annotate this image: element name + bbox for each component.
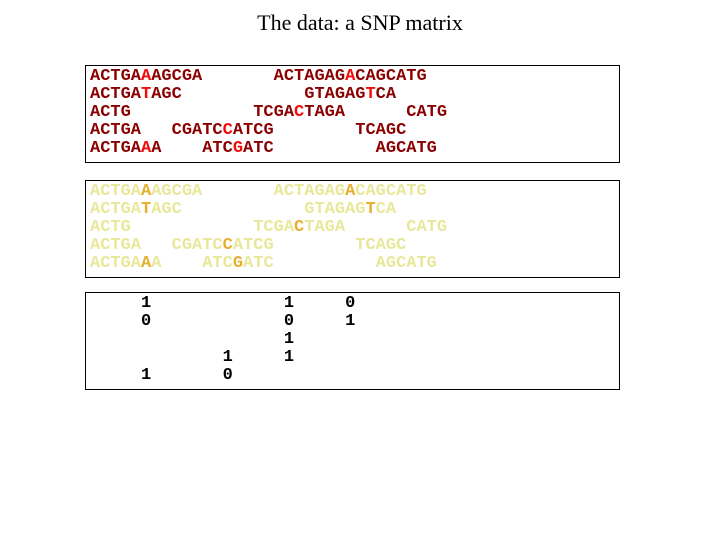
panel-sequences-faded: ACTGAAAGCGA ACTAGAGACAGCATG ACTGATAGC GT…: [85, 180, 620, 278]
seq-row: ACTGAAAGCGA ACTAGAGACAGCATG: [90, 68, 615, 86]
seq-row: ACTGA CGATCCATCG TCAGC: [90, 122, 615, 140]
page-title: The data: a SNP matrix: [0, 0, 720, 36]
seq-mid: AGCGA: [151, 67, 202, 86]
seq-row: ACTGATAGC GTAGAGTCA: [90, 201, 615, 219]
bin-row: 0 0 1: [90, 313, 615, 331]
seq-left: ACTGA: [90, 67, 141, 86]
bin-row: 1: [90, 331, 615, 349]
bin-row: 1 1 0: [90, 295, 615, 313]
gap: [202, 67, 273, 86]
bin-cell: 1: [284, 294, 294, 313]
seq-snp: A: [345, 67, 355, 86]
seq-right: CAGCATG: [355, 67, 426, 86]
seq-row: ACTGAAA ATCGATC AGCATG: [90, 140, 615, 158]
seq-row: ACTGAAA ATCGATC AGCATG: [90, 255, 615, 273]
seq-row: ACTGATAGC GTAGAGTCA: [90, 86, 615, 104]
seq-mid2: ACTAGAG: [274, 67, 345, 86]
seq-row: ACTGA CGATCCATCG TCAGC: [90, 237, 615, 255]
panel-binary-matrix: 1 1 0 0 0 1 1 1 1 1 0: [85, 292, 620, 390]
bin-row: 1 0: [90, 367, 615, 385]
seq-row: ACTG TCGACTAGA CATG: [90, 104, 615, 122]
seq-row: ACTG TCGACTAGA CATG: [90, 219, 615, 237]
seq-snp: A: [141, 67, 151, 86]
bin-row: 1 1: [90, 349, 615, 367]
seq-row: ACTGAAAGCGA ACTAGAGACAGCATG: [90, 183, 615, 201]
bin-cell: 0: [345, 294, 355, 313]
panel-sequences-highlighted: ACTGAAAGCGA ACTAGAGACAGCATG ACTGATAGC GT…: [85, 65, 620, 163]
bin-cell: 1: [141, 294, 151, 313]
